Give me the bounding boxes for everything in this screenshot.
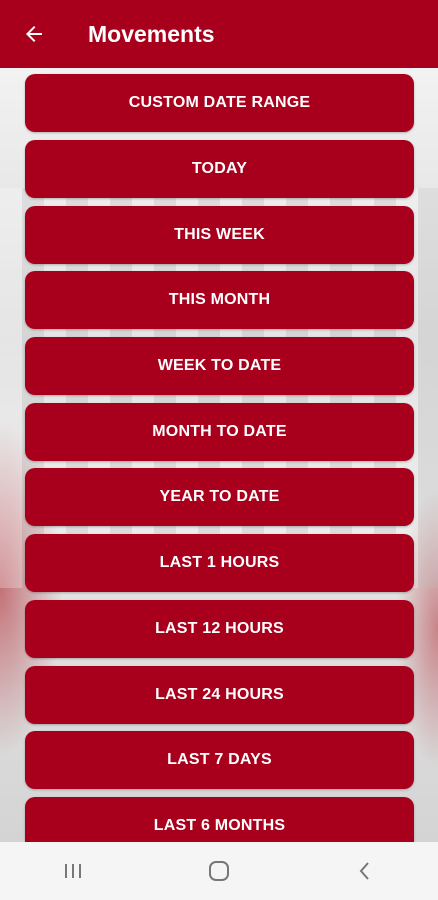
system-back-button[interactable] [335,842,395,900]
page-title: Movements [88,20,215,47]
option-this-month[interactable]: THIS MONTH [25,271,414,329]
option-this-week[interactable]: THIS WEEK [25,206,414,264]
option-week-to-date[interactable]: WEEK TO DATE [25,337,414,395]
system-nav-bar [0,842,438,900]
option-last-7-days[interactable]: LAST 7 DAYS [25,731,414,789]
home-button[interactable] [189,842,249,900]
home-icon [209,861,229,881]
option-last-1-hours[interactable]: LAST 1 HOURS [25,534,414,592]
app-bar: Movements [0,0,438,68]
option-year-to-date[interactable]: YEAR TO DATE [25,468,414,526]
option-month-to-date[interactable]: MONTH TO DATE [25,403,414,461]
date-range-list: CUSTOM DATE RANGE TODAY THIS WEEK THIS M… [0,68,438,842]
option-last-6-months[interactable]: LAST 6 MONTHS [25,797,414,842]
back-button[interactable] [0,0,68,68]
system-back-icon [359,862,369,880]
option-last-12-hours[interactable]: LAST 12 HOURS [25,600,414,658]
recent-apps-button[interactable] [43,842,103,900]
option-today[interactable]: TODAY [25,140,414,198]
recent-apps-icon [65,864,81,878]
option-custom-date-range[interactable]: CUSTOM DATE RANGE [25,74,414,132]
arrow-left-icon [26,26,42,42]
option-last-24-hours[interactable]: LAST 24 HOURS [25,666,414,724]
